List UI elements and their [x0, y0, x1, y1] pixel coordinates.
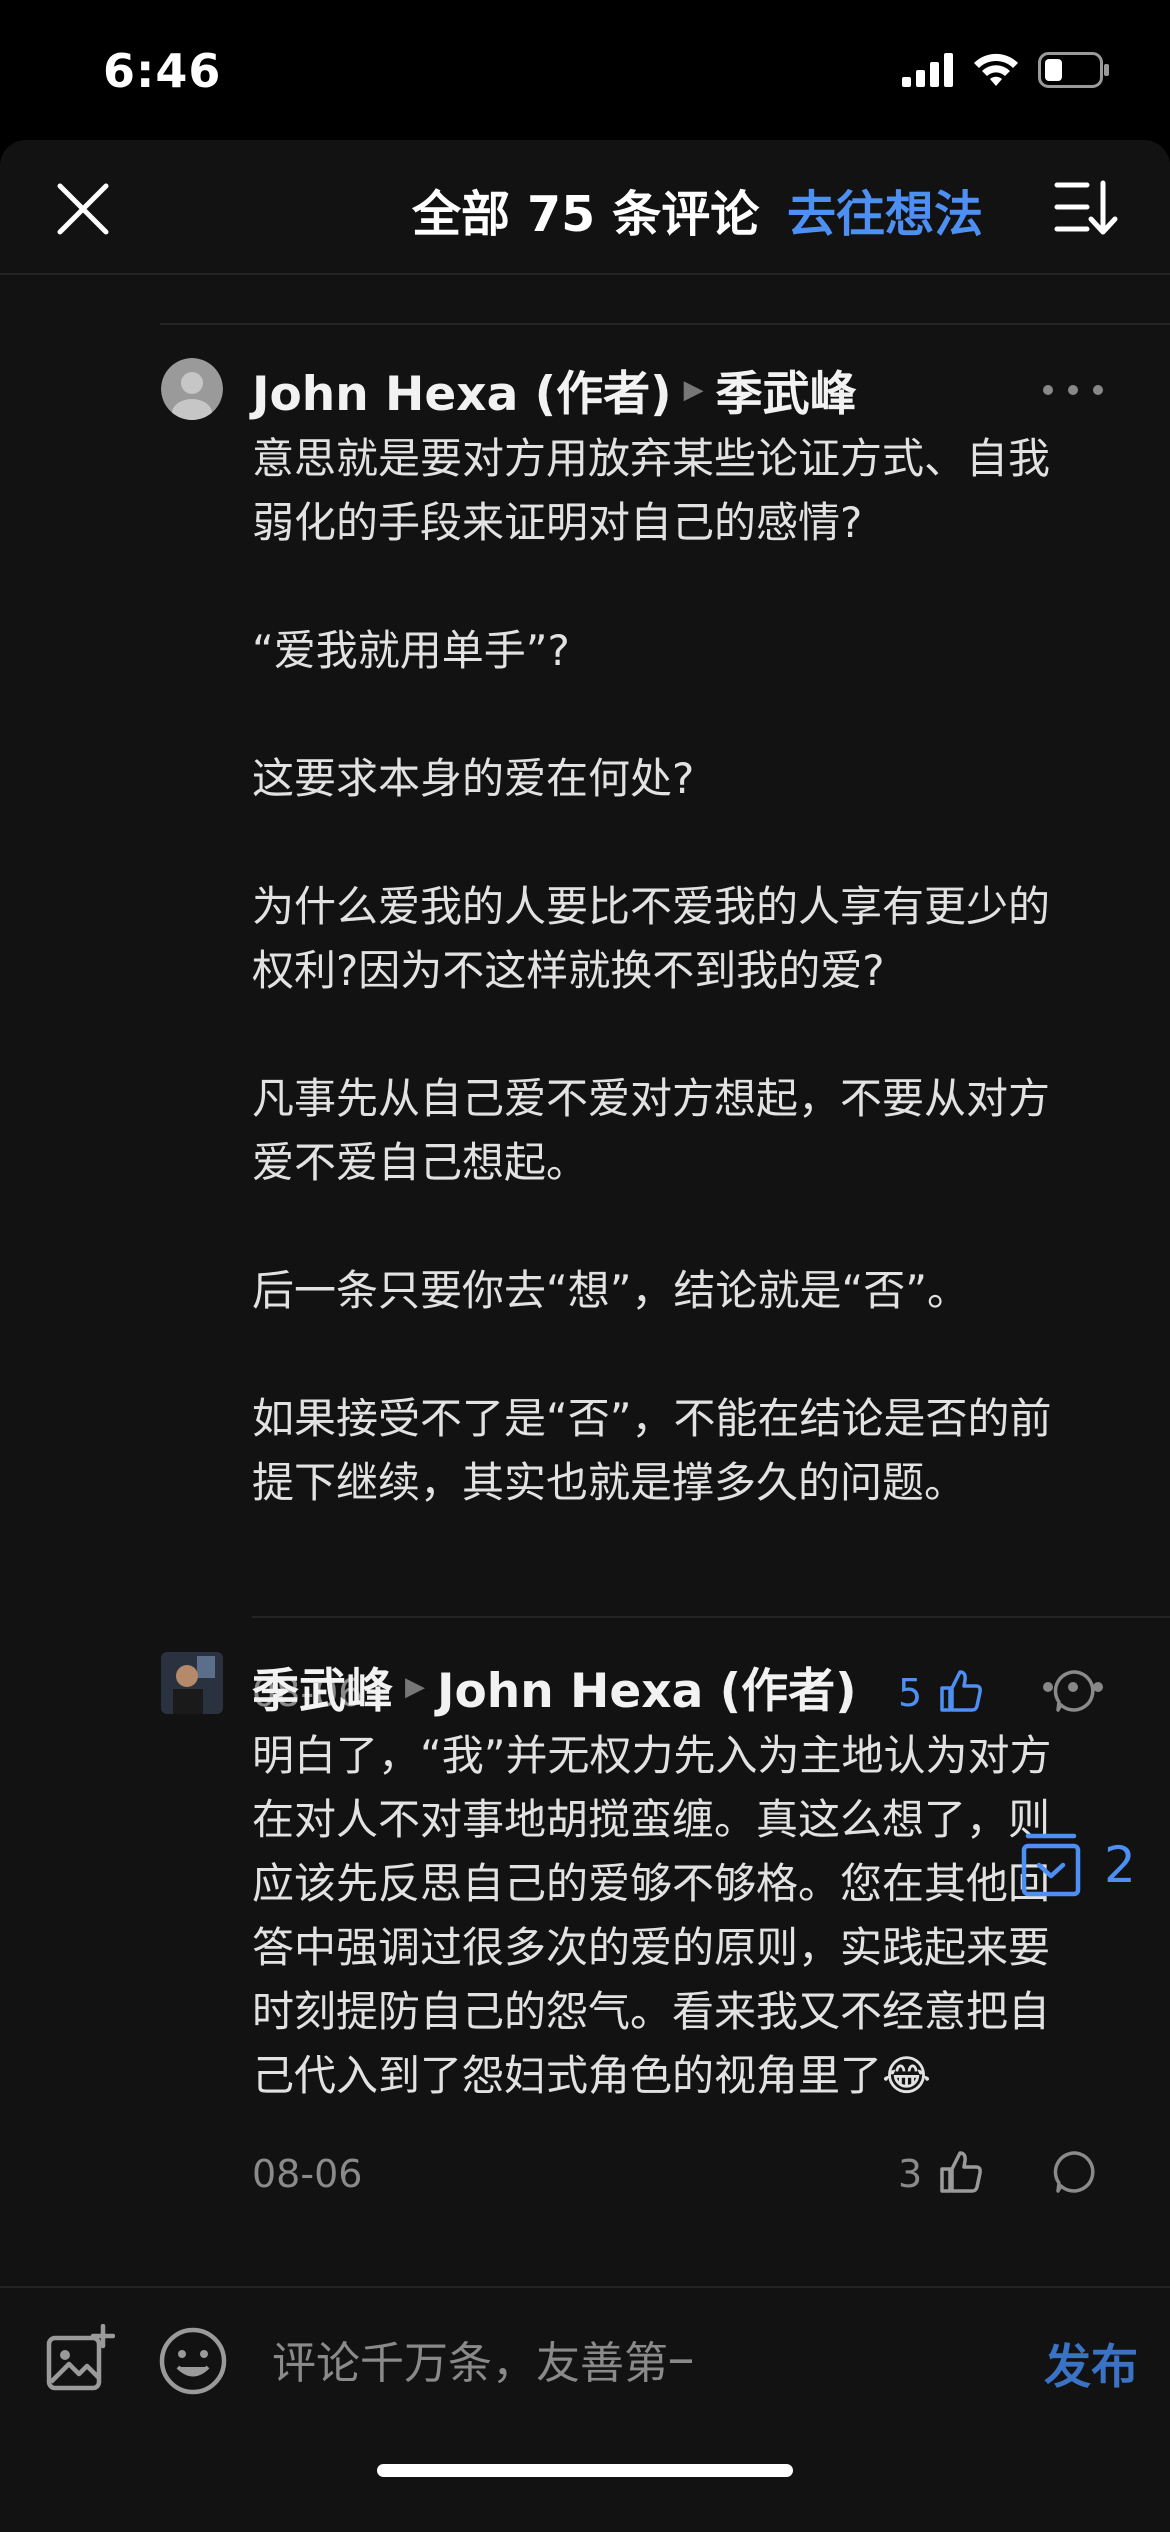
- comment-header: 季武峰 ▶ John Hexa (作者): [252, 1652, 857, 1721]
- comment-paragraph: “爱我就用单手”?: [252, 626, 570, 675]
- collapse-replies-icon: [1021, 1833, 1081, 1897]
- wifi-icon: [974, 53, 1018, 86]
- more-options-icon[interactable]: [1043, 385, 1103, 399]
- publish-button[interactable]: 发布: [1044, 2328, 1138, 2397]
- header-title: 全部 75 条评论: [412, 186, 760, 243]
- emoji: 😂: [882, 2051, 932, 2100]
- like-icon[interactable]: [938, 2149, 984, 2195]
- reply-to-name[interactable]: 季武峰: [716, 355, 857, 424]
- add-image-icon[interactable]: [45, 2324, 115, 2394]
- author-name[interactable]: John Hexa (作者): [252, 355, 672, 424]
- comment-date: 08-06: [252, 2152, 363, 2196]
- battery-icon: [1038, 52, 1109, 88]
- more-options-icon[interactable]: [1043, 1682, 1103, 1696]
- sheet-header: 全部 75 条评论 去往想法: [0, 140, 1170, 275]
- collapse-replies-badge[interactable]: 2: [1020, 1832, 1136, 1898]
- close-icon[interactable]: [50, 176, 116, 242]
- avatar[interactable]: [161, 358, 223, 420]
- comment-item: 季武峰 ▶ John Hexa (作者) 明白了，“我”并无权力先入为主地认为对…: [161, 1616, 1170, 2238]
- reply-icon[interactable]: [1052, 2149, 1098, 2195]
- comment-input[interactable]: [270, 2332, 694, 2394]
- goto-thoughts-link[interactable]: 去往想法: [787, 175, 983, 246]
- status-icons: [902, 52, 1110, 88]
- comment-item: John Hexa (作者) ▶ 季武峰 意思就是要对方用放弃某些论证方式、自我…: [160, 323, 1170, 1752]
- author-name[interactable]: 季武峰: [252, 1652, 393, 1721]
- comment-header: John Hexa (作者) ▶ 季武峰: [252, 355, 857, 424]
- comment-paragraph: 这要求本身的爱在何处?: [252, 754, 695, 803]
- comment-input-bar: 发布: [0, 2286, 1170, 2532]
- reply-to-name[interactable]: John Hexa (作者): [437, 1652, 857, 1721]
- comment-paragraph: 凡事先从自己爱不爱对方想起，不要从对方爱不爱自己想起。: [252, 1074, 1051, 1187]
- sort-icon[interactable]: [1053, 177, 1119, 239]
- comment-paragraph: 后一条只要你去“想”，结论就是“否”。: [252, 1266, 970, 1315]
- signal-icon: [902, 53, 953, 87]
- emoji-icon[interactable]: [158, 2326, 228, 2396]
- home-indicator: [377, 2464, 793, 2477]
- comments-sheet: 全部 75 条评论 去往想法 John Hexa (作者) ▶ 季武峰 意思就是…: [0, 140, 1170, 2532]
- collapse-count: 2: [1104, 1836, 1136, 1894]
- reply-arrow-icon: ▶: [405, 1671, 425, 1702]
- comment-body: 明白了，“我”并无权力先入为主地认为对方在对人不对事地胡搅蛮缠。真这么想了，则应…: [252, 1724, 1087, 2108]
- comment-paragraph: 如果接受不了是“否”，不能在结论是否的前提下继续，其实也就是撑多久的问题。: [252, 1394, 1052, 1507]
- comment-paragraph: 明白了，“我”并无权力先入为主地认为对方在对人不对事地胡搅蛮缠。真这么想了，则应…: [252, 1731, 1052, 2100]
- reply-arrow-icon: ▶: [683, 374, 704, 405]
- comment-paragraph: 为什么爱我的人要比不爱我的人享有更少的权利?因为不这样就换不到我的爱?: [252, 882, 1051, 995]
- avatar[interactable]: [161, 1652, 223, 1714]
- comment-paragraph: 意思就是要对方用放弃某些论证方式、自我弱化的手段来证明对自己的感情?: [252, 434, 1051, 547]
- status-time: 6:46: [103, 44, 222, 98]
- comment-body: 意思就是要对方用放弃某些论证方式、自我弱化的手段来证明对自己的感情? “爱我就用…: [252, 427, 1087, 1515]
- status-bar: 6:46: [0, 0, 1170, 140]
- like-count: 3: [898, 2152, 923, 2196]
